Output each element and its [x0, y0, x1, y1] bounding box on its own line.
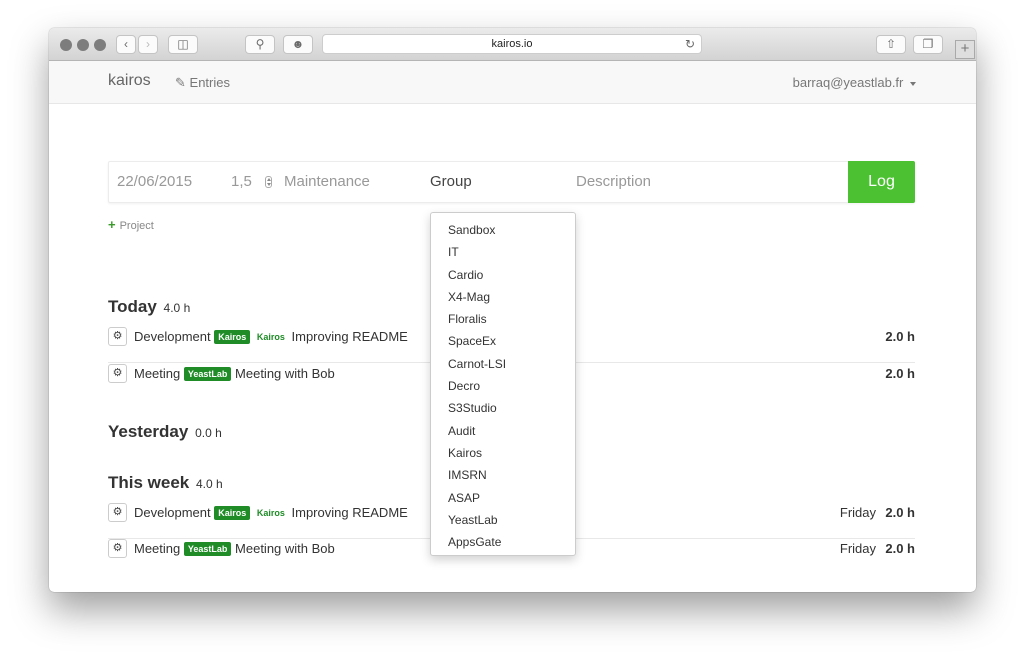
group-dropdown: Sandbox IT Cardio X4-Mag Floralis SpaceE…: [430, 212, 576, 556]
sidebar-icon: ◫: [177, 37, 189, 51]
duration-field[interactable]: 1,5: [231, 162, 252, 202]
week-hours: 4.0 h: [196, 477, 223, 491]
entry-text: Meeting YeastLab Meeting with Bob: [134, 366, 335, 381]
entry-hours: 2.0 h: [885, 541, 915, 556]
entry-hours: 2.0 h: [885, 329, 915, 344]
log-entry-form: 22/06/2015 1,5 Maintenance Group Descrip…: [108, 161, 915, 203]
browser-window: ‹ › ◫ ⚲ ☻ kairos.io ↻ ⇧ ❐ kairos ✎ Entri…: [49, 28, 976, 592]
app-navbar: kairos ✎ Entries barraq@yeastlab.fr: [49, 61, 976, 104]
log-button[interactable]: Log: [848, 161, 915, 203]
group-option[interactable]: YeastLab: [431, 509, 575, 531]
gear-icon[interactable]: ⚙: [108, 503, 127, 522]
entry-activity: Meeting: [134, 541, 181, 556]
group-option[interactable]: Floralis: [431, 308, 575, 330]
week-title: This week: [108, 473, 190, 492]
reload-icon[interactable]: ↻: [685, 35, 695, 53]
group-option[interactable]: Carnot-LSI: [431, 353, 575, 375]
description-field[interactable]: Description: [576, 162, 651, 202]
zoom-window-button[interactable]: [94, 39, 106, 51]
forward-button[interactable]: ›: [138, 35, 158, 54]
project-badge: YeastLab: [183, 542, 232, 556]
nav-entries-link[interactable]: ✎ Entries: [175, 75, 230, 91]
user-email: barraq@yeastlab.fr: [792, 75, 904, 90]
today-hours: 4.0 h: [163, 301, 191, 315]
share-icon: ⇧: [885, 37, 897, 51]
yesterday-heading: Yesterday 0.0 h: [108, 422, 222, 442]
group-option[interactable]: ASAP: [431, 487, 575, 509]
group-field[interactable]: Group: [430, 162, 472, 202]
group-option[interactable]: IMSRN: [431, 464, 575, 486]
project-badge: Kairos: [214, 330, 251, 344]
group-option[interactable]: IT: [431, 241, 575, 263]
today-heading: Today 4.0 h: [108, 297, 190, 317]
entry-day: Friday: [839, 541, 876, 556]
close-window-button[interactable]: [60, 39, 72, 51]
group-option[interactable]: Kairos: [431, 442, 575, 464]
entry-activity: Development: [134, 329, 211, 344]
add-project-link[interactable]: + Project: [108, 217, 154, 232]
group-option[interactable]: Sandbox: [431, 219, 575, 241]
group-tag: Kairos: [256, 332, 285, 342]
group-option[interactable]: X4-Mag: [431, 286, 575, 308]
project-badge: YeastLab: [183, 367, 232, 381]
ghost-icon: ☻: [291, 37, 305, 51]
tabs-icon: ❐: [922, 37, 934, 51]
entry-text: Development Kairos Kairos Improving READ…: [134, 505, 408, 520]
week-heading: This week 4.0 h: [108, 473, 223, 493]
group-option[interactable]: Cardio: [431, 264, 575, 286]
share-button[interactable]: ⇧: [876, 35, 906, 54]
group-option[interactable]: AppsGate: [431, 531, 575, 553]
group-option[interactable]: SpaceEx: [431, 330, 575, 352]
entry-activity: Meeting: [134, 366, 181, 381]
entry-text: Development Kairos Kairos Improving READ…: [134, 329, 408, 344]
entry-text: Meeting YeastLab Meeting with Bob: [134, 541, 335, 556]
date-field[interactable]: 22/06/2015: [117, 162, 192, 202]
group-option[interactable]: S3Studio: [431, 397, 575, 419]
browser-toolbar: ‹ › ◫ ⚲ ☻ kairos.io ↻ ⇧ ❐: [49, 28, 976, 61]
entry-activity: Development: [134, 505, 211, 520]
sidebar-toggle-button[interactable]: ◫: [168, 35, 198, 54]
gear-icon[interactable]: ⚙: [108, 327, 127, 346]
address-bar[interactable]: kairos.io ↻: [322, 34, 702, 54]
yesterday-title: Yesterday: [108, 422, 189, 441]
chevron-left-icon: ‹: [124, 37, 128, 51]
tabs-button[interactable]: ❐: [913, 35, 943, 54]
activity-field[interactable]: Maintenance: [284, 162, 370, 202]
new-tab-button[interactable]: +: [955, 40, 975, 59]
caret-down-icon: [910, 81, 916, 86]
url-text: kairos.io: [491, 38, 533, 50]
entry-description: Improving README: [291, 505, 408, 520]
plus-icon: +: [960, 40, 970, 57]
brand-logo[interactable]: kairos: [108, 72, 151, 90]
add-project-label: Project: [119, 220, 154, 232]
project-badge: Kairos: [214, 506, 251, 520]
plus-icon: +: [108, 217, 116, 232]
search-icon: ⚲: [255, 37, 265, 51]
minimize-window-button[interactable]: [77, 39, 89, 51]
gear-icon[interactable]: ⚙: [108, 539, 127, 558]
group-tag: Kairos: [256, 508, 285, 518]
entry-hours: 2.0 h: [885, 366, 915, 381]
entry-description: Improving README: [291, 329, 408, 344]
privacy-button[interactable]: ☻: [283, 35, 313, 54]
today-title: Today: [108, 297, 157, 316]
entry-description: Meeting with Bob: [235, 541, 335, 556]
user-menu[interactable]: barraq@yeastlab.fr: [793, 75, 916, 90]
yesterday-hours: 0.0 h: [195, 426, 222, 440]
chevron-right-icon: ›: [146, 37, 150, 51]
gear-icon[interactable]: ⚙: [108, 364, 127, 383]
entry-description: Meeting with Bob: [235, 366, 335, 381]
back-button[interactable]: ‹: [116, 35, 136, 54]
entry-day: Friday: [839, 505, 876, 520]
duration-stepper-icon[interactable]: [265, 176, 272, 188]
entry-hours: 2.0 h: [885, 505, 915, 520]
group-option[interactable]: Audit: [431, 420, 575, 442]
edit-icon: ✎: [175, 75, 186, 90]
group-option[interactable]: Decro: [431, 375, 575, 397]
search-button[interactable]: ⚲: [245, 35, 275, 54]
nav-entries-label: Entries: [189, 75, 230, 90]
